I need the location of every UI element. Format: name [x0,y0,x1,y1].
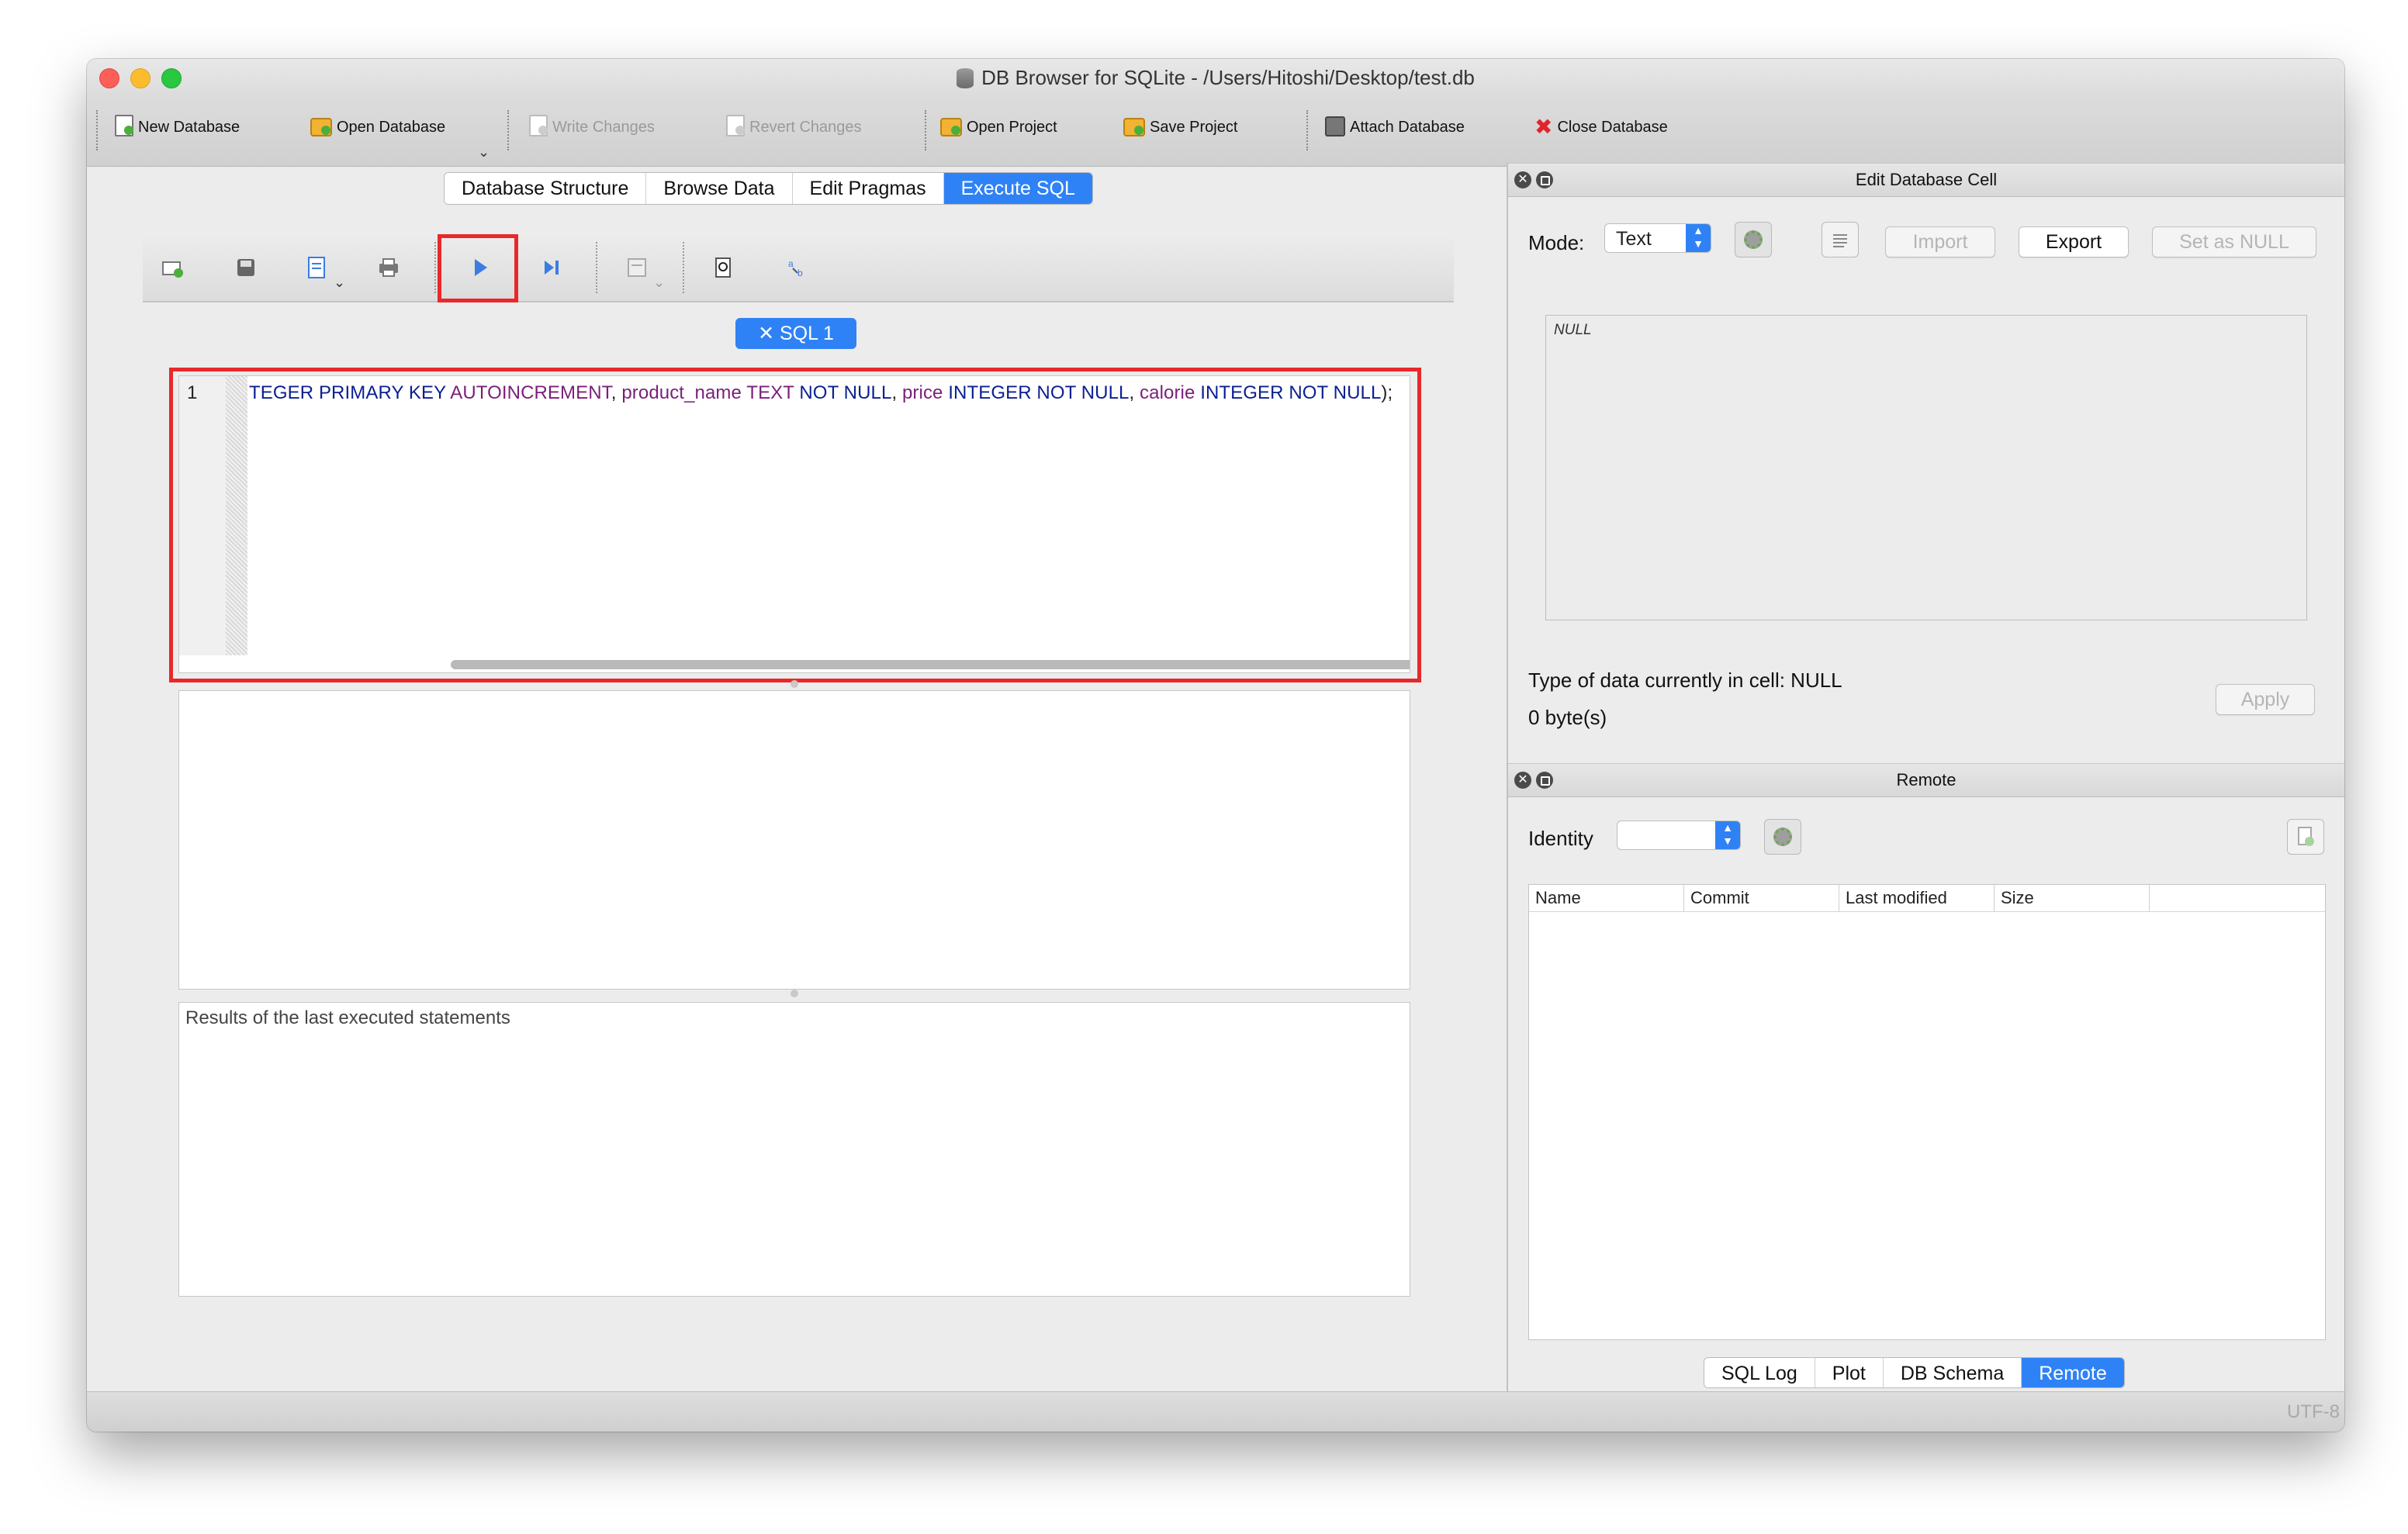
mode-select[interactable]: Text ▲ ▼ [1604,223,1711,253]
new-database-button[interactable]: New Database [115,112,240,143]
word-wrap-button[interactable] [1822,222,1859,257]
open-database-dropdown-icon[interactable]: ⌄ [478,144,490,161]
gear-icon [1773,827,1792,846]
tab-sql-log[interactable]: SQL Log [1704,1358,1815,1387]
tab-execute-sql[interactable]: Execute SQL [943,173,1092,204]
text-lines-icon [1833,234,1847,247]
open-database-button[interactable]: Open Database [310,112,445,143]
cell-size-info: 0 byte(s) [1528,706,1607,729]
import-button[interactable]: Import [1885,226,1995,257]
pane-divider[interactable] [1507,163,1508,1432]
splitter-handle[interactable] [791,990,798,997]
app-window: DB Browser for SQLite - /Users/Hitoshi/D… [87,59,2344,1432]
tab-db-schema[interactable]: DB Schema [1883,1358,2022,1387]
open-database-icon [310,118,332,136]
tab-plot[interactable]: Plot [1815,1358,1884,1387]
cell-value-editor[interactable]: NULL [1545,315,2307,620]
save-results-dropdown-icon[interactable]: ⌄ [653,275,665,291]
column-name[interactable]: Name [1529,885,1684,911]
mode-label: Mode: [1528,231,1585,254]
close-database-button[interactable]: ✖ Close Database [1534,112,1668,143]
table-header: Name Commit Last modified Size [1529,885,2325,912]
save-project-icon [1123,118,1145,136]
identity-settings-button[interactable] [1764,819,1801,855]
results-message-pane[interactable]: Results of the last executed statements [178,1002,1410,1297]
remote-dock-header: ✕ Remote [1508,763,2344,797]
editor-highlight-box [169,368,1421,682]
encoding-indicator: UTF-8 [2287,1401,2340,1422]
tab-remote[interactable]: Remote [2022,1358,2124,1387]
revert-changes-button[interactable]: Revert Changes [726,112,862,143]
write-changes-button[interactable]: Write Changes [529,112,655,143]
edit-cell-title: Edit Database Cell [1855,170,1998,189]
tab-edit-pragmas[interactable]: Edit Pragmas [792,173,944,204]
toolbar-separator [925,110,926,150]
minimize-window-button[interactable] [130,68,150,88]
sql-toolbar: ⌄ ⌄ ab [143,234,1454,302]
find-replace-icon[interactable]: ab [787,256,810,279]
cell-type-info: Type of data currently in cell: NULL [1528,669,1842,692]
dock-tab-bar: SQL Log Plot DB Schema Remote [1704,1357,2125,1388]
column-commit[interactable]: Commit [1684,885,1839,911]
identity-select[interactable]: ▲ ▼ [1617,821,1741,850]
tab-database-structure[interactable]: Database Structure [445,173,647,204]
gear-icon [1744,230,1763,249]
main-toolbar: New Database Open Database ⌄ Write Chang… [87,96,2344,167]
edit-cell-dock-header: ✕ Edit Database Cell [1508,163,2344,197]
tab-browse-data[interactable]: Browse Data [646,173,793,204]
svg-text:a: a [788,258,794,269]
open-project-icon [940,118,962,136]
sql-toolbar-separator [434,242,436,293]
execute-current-line-icon[interactable] [540,256,563,279]
remote-files-table[interactable]: Name Commit Last modified Size [1528,884,2326,1340]
toolbar-separator [507,110,509,150]
select-arrows-icon: ▲ ▼ [1715,821,1740,849]
results-grid-pane[interactable] [178,690,1410,990]
cell-null-value: NULL [1554,322,1592,338]
column-size[interactable]: Size [1995,885,2150,911]
export-button[interactable]: Export [2019,226,2129,257]
main-tab-bar: Database Structure Browse Data Edit Prag… [444,172,1093,205]
set-as-null-button[interactable]: Set as NULL [2152,226,2316,257]
column-last-modified[interactable]: Last modified [1839,885,1995,911]
toolbar-separator [1306,110,1308,150]
open-tab-icon[interactable] [161,256,185,279]
svg-text:b: b [797,268,803,278]
save-project-button[interactable]: Save Project [1123,112,1237,143]
identity-label: Identity [1528,827,1593,850]
results-message: Results of the last executed statements [185,1007,510,1028]
sql-editor-tab[interactable]: ✕ SQL 1 [735,318,856,349]
save-results-icon[interactable] [625,256,649,279]
print-icon[interactable] [377,256,400,279]
push-icon [2298,827,2314,846]
database-icon [957,68,974,88]
save-sql-dropdown-icon[interactable]: ⌄ [334,275,345,291]
close-window-button[interactable] [99,68,119,88]
sql-toolbar-separator [683,242,684,293]
new-database-icon [115,115,133,136]
select-arrows-icon: ▲ ▼ [1686,224,1711,252]
push-database-button[interactable] [2287,819,2324,855]
attach-database-icon [1325,116,1345,136]
splitter-handle[interactable] [791,680,798,688]
apply-button[interactable]: Apply [2216,684,2315,715]
sql-toolbar-separator [596,242,597,293]
status-bar: UTF-8 [87,1391,2344,1432]
open-sql-file-icon[interactable] [234,256,258,279]
zoom-window-button[interactable] [161,68,182,88]
execute-highlight-box [438,234,518,302]
find-text-icon[interactable] [712,256,735,279]
toolbar-separator [96,110,98,150]
title-bar: DB Browser for SQLite - /Users/Hitoshi/D… [87,59,2344,96]
window-title: DB Browser for SQLite - /Users/Hitoshi/D… [981,66,1475,89]
auto-format-button[interactable] [1735,222,1772,257]
save-sql-file-icon[interactable] [306,256,329,279]
close-database-icon: ✖ [1534,115,1553,139]
open-project-button[interactable]: Open Project [940,112,1057,143]
write-changes-icon [529,115,548,136]
attach-database-button[interactable]: Attach Database [1325,112,1465,143]
revert-changes-icon [726,115,745,136]
remote-title: Remote [1896,770,1956,789]
